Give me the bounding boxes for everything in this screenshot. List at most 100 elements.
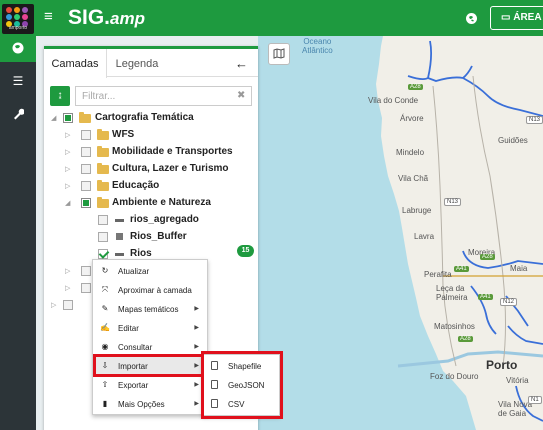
expand-arrow-icon[interactable]: ▷ xyxy=(65,267,70,275)
road-shield: N12 xyxy=(500,298,518,306)
feature-count-badge: 15 xyxy=(237,245,254,257)
app-title-suffix: amp xyxy=(110,9,145,28)
globe-icon[interactable] xyxy=(466,13,477,24)
submenu-arrow-icon: ▶ xyxy=(194,401,199,407)
tree-node[interactable]: ▷ WFS xyxy=(44,127,258,143)
map-label: Matosinhos xyxy=(434,322,475,331)
hamburger-icon[interactable]: ≡ xyxy=(44,9,53,25)
tree-checkbox[interactable] xyxy=(81,266,91,276)
tree-checkbox[interactable] xyxy=(81,147,91,157)
filter-options-button[interactable]: ↨ xyxy=(50,86,70,106)
collapse-arrow-icon[interactable]: ◢ xyxy=(51,114,56,122)
map-label: Lavra xyxy=(414,232,435,241)
export-icon: ⇧ xyxy=(101,380,109,389)
map-label: Mindelo xyxy=(396,148,425,157)
tree-checkbox[interactable] xyxy=(81,198,91,208)
map-label: Maia xyxy=(510,264,528,273)
map-label: Perafita xyxy=(424,270,452,279)
sidebar-wrench-icon[interactable] xyxy=(0,102,36,128)
tree-checkbox[interactable] xyxy=(98,215,108,225)
map-label: Vila Chã xyxy=(398,174,429,183)
line-layer-icon xyxy=(115,253,124,256)
map-view[interactable]: Oceano Atlântico Vila do Conde Árvore Min… xyxy=(258,36,543,430)
collapse-arrow-icon[interactable]: ◢ xyxy=(65,199,70,207)
monitor-icon: ▭ xyxy=(501,12,514,23)
submenu-arrow-icon: ▶ xyxy=(194,344,199,350)
expand-icon: ⤧ xyxy=(101,285,109,294)
road-shield: A41 xyxy=(478,294,493,300)
menu-item-mais-opcoes[interactable]: ▮ Mais Opções ▶ xyxy=(93,395,207,414)
tree-node[interactable]: ▷ Cultura, Lazer e Turismo xyxy=(44,161,258,177)
tree-node[interactable]: rios_agregado xyxy=(44,212,258,228)
tree-node[interactable]: ▷ Educação xyxy=(44,178,258,194)
tree-node-label: Cultura, Lazer e Turismo xyxy=(112,163,229,174)
tree-checkbox[interactable] xyxy=(81,130,91,140)
menu-item-aproximar[interactable]: ⤧ Aproximar à camada xyxy=(93,281,207,300)
tab-legenda[interactable]: Legenda xyxy=(107,49,167,77)
refresh-icon: ↻ xyxy=(101,266,109,275)
expand-arrow-icon[interactable]: ▷ xyxy=(65,182,70,190)
area-button[interactable]: ▭ ÁREA xyxy=(490,6,543,30)
highlight-box-submenu xyxy=(201,351,283,419)
sidebar-globe-icon[interactable] xyxy=(0,36,36,62)
brush-icon: ✎ xyxy=(101,304,109,313)
top-bar: amporto ≡ SIG.amp ▭ ÁREA xyxy=(0,0,543,36)
map-icon xyxy=(273,48,285,59)
highlight-box-importar xyxy=(93,354,204,377)
tree-node-label: Educação xyxy=(112,180,160,191)
sidebar-list-icon[interactable]: ☰ xyxy=(0,68,36,94)
tree-node[interactable]: Rios_Buffer xyxy=(44,229,258,245)
submenu-arrow-icon: ▶ xyxy=(194,325,199,331)
tree-checkbox[interactable] xyxy=(98,232,108,242)
left-sidebar: ☰ xyxy=(0,36,36,430)
submenu-arrow-icon: ▶ xyxy=(194,306,199,312)
clear-filter-icon[interactable]: ✖ xyxy=(237,90,245,101)
tree-checkbox[interactable] xyxy=(81,164,91,174)
map-label: Labruge xyxy=(402,206,432,215)
tree-checkbox[interactable] xyxy=(81,181,91,191)
tree-checkbox[interactable] xyxy=(98,249,108,259)
map-label-ocean: Oceano Atlântico xyxy=(302,37,333,55)
tree-checkbox[interactable] xyxy=(81,283,91,293)
menu-item-atualizar[interactable]: ↻ Atualizar xyxy=(93,262,207,281)
expand-arrow-icon[interactable]: ▷ xyxy=(65,284,70,292)
tree-node-label: Cartografia Temática xyxy=(95,112,194,123)
app-logo[interactable]: amporto xyxy=(2,4,34,34)
map-label: Leça da Palmeira xyxy=(436,284,468,302)
map-book-button[interactable] xyxy=(268,43,290,65)
tab-camadas[interactable]: Camadas xyxy=(44,49,107,78)
tree-node[interactable]: ▷ Mobilidade e Transportes xyxy=(44,144,258,160)
map-label-porto: Porto xyxy=(486,358,518,372)
tree-node[interactable]: ◢ Ambiente e Natureza xyxy=(44,195,258,211)
road-shield: A41 xyxy=(454,266,469,272)
line-layer-icon xyxy=(115,219,124,222)
folder-icon xyxy=(97,146,109,157)
road-shield: A28 xyxy=(408,84,423,90)
menu-item-mapas-tematicos[interactable]: ✎ Mapas temáticos ▶ xyxy=(93,300,207,319)
folder-icon xyxy=(97,180,109,191)
tree-node-label: Ambiente e Natureza xyxy=(112,197,211,208)
map-label: Vitória xyxy=(506,376,529,385)
tree-node-label: Rios_Buffer xyxy=(130,231,187,242)
road-shield: N1 xyxy=(528,396,542,404)
tree-checkbox[interactable] xyxy=(63,113,73,123)
menu-item-editar[interactable]: ✍ Editar ▶ xyxy=(93,319,207,338)
filter-input[interactable] xyxy=(75,86,252,106)
menu-item-exportar[interactable]: ⇧ Exportar ▶ xyxy=(93,376,207,395)
tree-checkbox[interactable] xyxy=(63,300,73,310)
expand-arrow-icon[interactable]: ▷ xyxy=(65,131,70,139)
map-label: Vila do Conde xyxy=(368,96,419,105)
polygon-layer-icon xyxy=(116,233,123,240)
expand-arrow-icon[interactable]: ▷ xyxy=(51,301,56,309)
app-title: SIG.amp xyxy=(68,6,145,29)
panel-tabs: Camadas Legenda ← xyxy=(44,49,258,78)
submenu-arrow-icon: ▶ xyxy=(194,382,199,388)
tree-node[interactable]: ◢ Cartografia Temática xyxy=(44,110,258,126)
expand-arrow-icon[interactable]: ▷ xyxy=(65,148,70,156)
collapse-panel-arrow-icon[interactable]: ← xyxy=(235,56,248,71)
folder-icon xyxy=(97,129,109,140)
logo-dots xyxy=(6,7,30,27)
app-root: amporto ≡ SIG.amp ▭ ÁREA ☰ Oceano Atlânt… xyxy=(0,0,543,430)
expand-arrow-icon[interactable]: ▷ xyxy=(65,165,70,173)
logo-text: amporto xyxy=(8,25,28,31)
